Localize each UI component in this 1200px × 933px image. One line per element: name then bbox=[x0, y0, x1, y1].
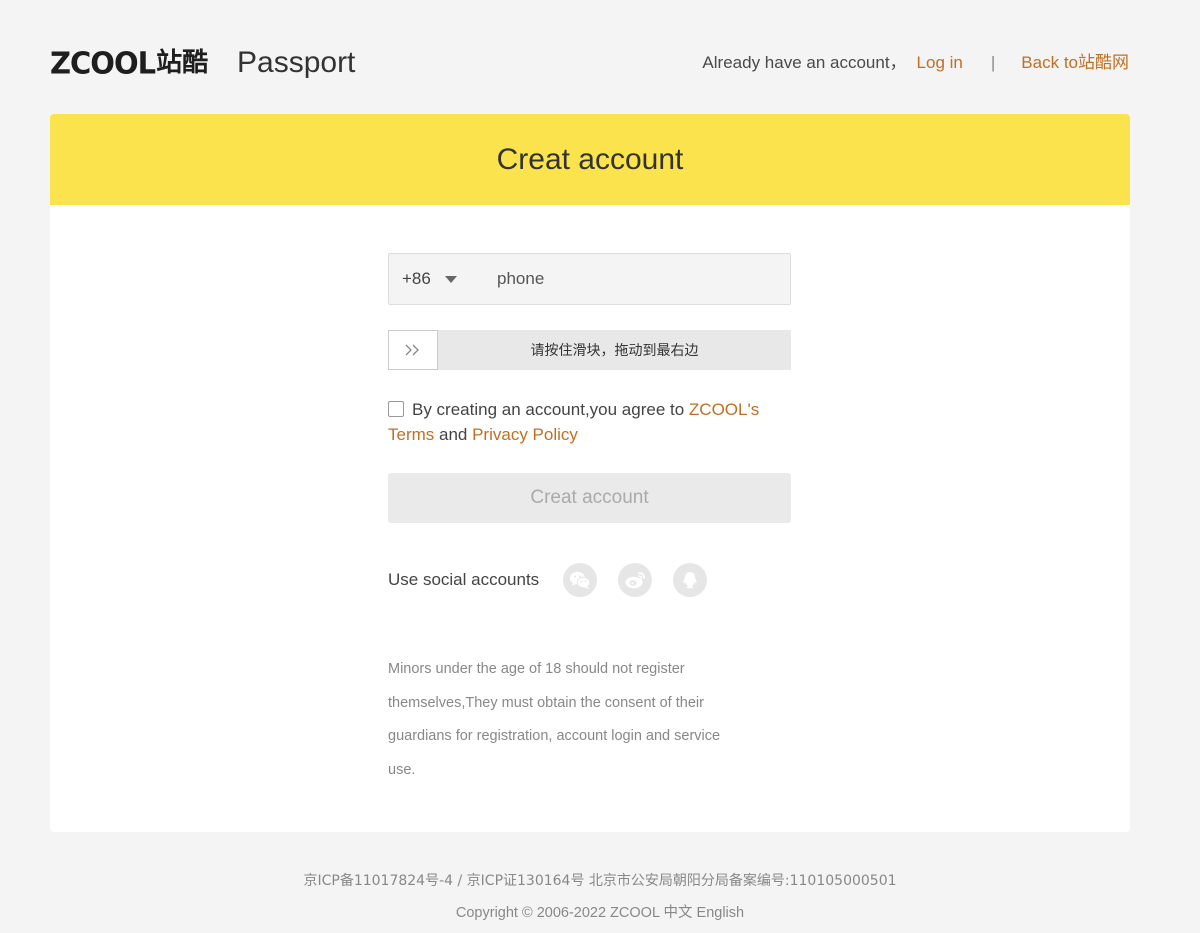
card-header: Creat account bbox=[50, 114, 1130, 205]
agree-checkbox[interactable] bbox=[388, 401, 404, 417]
slide-captcha: 请按住滑块，拖动到最右边 bbox=[388, 330, 791, 370]
phone-input[interactable] bbox=[497, 254, 790, 304]
back-to-zcool-link[interactable]: Back to站酷网 bbox=[1021, 52, 1129, 74]
card-title: Creat account bbox=[496, 142, 684, 176]
header-nav: Already have an account， Log in | Back t… bbox=[702, 52, 1129, 74]
footer-copyright: Copyright © 2006-2022 ZCOOL bbox=[455, 905, 664, 921]
privacy-policy-link[interactable]: Privacy Policy bbox=[472, 425, 578, 444]
social-login: Use social accounts bbox=[388, 563, 791, 597]
terms-agreement: By creating an account,you agree to ZCOO… bbox=[388, 397, 791, 447]
footer-icp: 京ICP备11017824号-4 / 京ICP证130164号 北京市公安局朝阳… bbox=[303, 873, 897, 889]
agree-and-text: and bbox=[434, 425, 473, 444]
already-account-text: Already have an account， bbox=[702, 53, 907, 72]
create-account-button[interactable]: Creat account bbox=[388, 473, 791, 523]
top-bar: ZCOOL 站酷 Passport Already have an accoun… bbox=[0, 0, 1200, 114]
zcool-link[interactable]: ZCOOL's bbox=[689, 400, 759, 419]
register-card: Creat account +86 请按住滑块，拖动到最右边 By creati… bbox=[50, 114, 1130, 832]
footer-copyright-line: Copyright © 2006-2022 ZCOOL 中文 English bbox=[0, 901, 1200, 922]
slider-instruction: 请按住滑块，拖动到最右边 bbox=[530, 343, 699, 359]
logo-wordmark: ZCOOL bbox=[50, 45, 156, 81]
agree-text: By creating an account,you agree to bbox=[412, 400, 689, 419]
slider-handle[interactable] bbox=[388, 330, 438, 370]
lang-chinese-link[interactable]: 中文 bbox=[664, 905, 693, 921]
lang-english-link[interactable]: English bbox=[697, 905, 745, 921]
caret-down-icon bbox=[444, 275, 457, 283]
wechat-icon[interactable] bbox=[563, 563, 598, 597]
minors-notice: Minors under the age of 18 should not re… bbox=[388, 661, 721, 778]
double-chevron-right-icon bbox=[405, 344, 419, 356]
country-code-value: +86 bbox=[402, 269, 431, 288]
register-form: +86 请按住滑块，拖动到最右边 By creating an account,… bbox=[388, 253, 791, 787]
nav-separator: | bbox=[990, 53, 996, 72]
passport-title: Passport bbox=[237, 46, 356, 79]
phone-field-group: +86 bbox=[388, 253, 791, 305]
qq-icon[interactable] bbox=[673, 563, 708, 597]
login-link[interactable]: Log in bbox=[917, 52, 963, 74]
zcool-logo[interactable]: ZCOOL 站酷 bbox=[50, 45, 209, 81]
terms-link[interactable]: Terms bbox=[388, 425, 434, 444]
weibo-icon[interactable] bbox=[618, 563, 653, 597]
country-code-select[interactable]: +86 bbox=[389, 254, 497, 304]
logo-chinese: 站酷 bbox=[156, 48, 209, 78]
social-label: Use social accounts bbox=[388, 570, 540, 589]
